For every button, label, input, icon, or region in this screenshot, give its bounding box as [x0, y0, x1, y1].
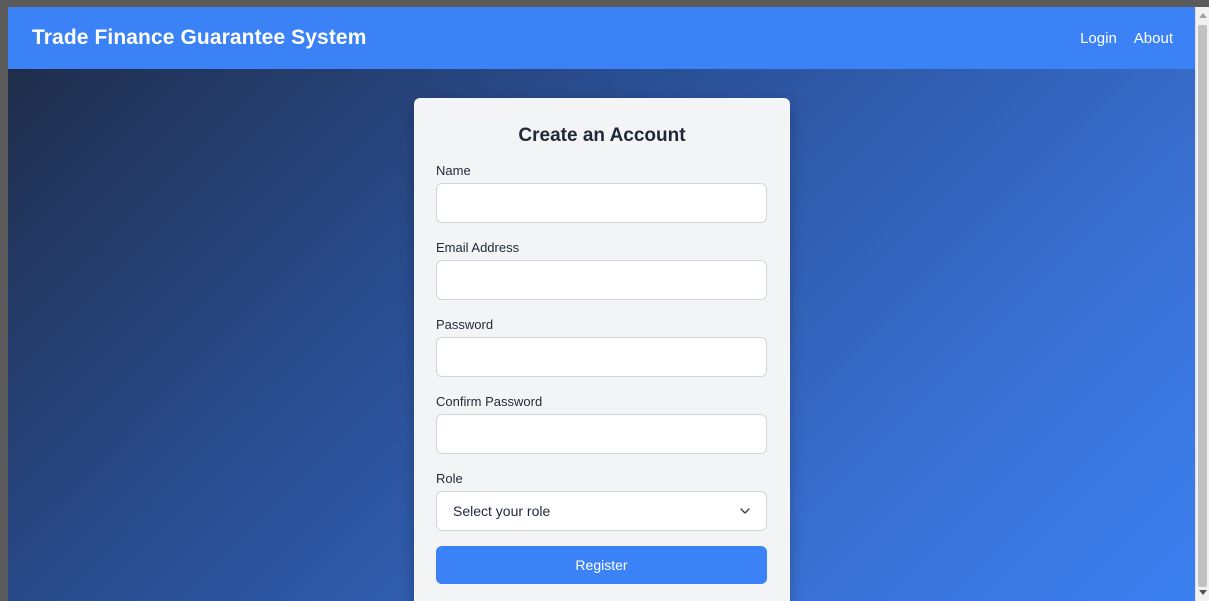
confirm-password-field-group: Confirm Password: [436, 393, 768, 454]
name-field-group: Name: [436, 162, 768, 223]
nav-about-link[interactable]: About: [1134, 30, 1173, 47]
top-navbar: Trade Finance Guarantee System Login Abo…: [8, 7, 1195, 69]
password-field-group: Password: [436, 316, 768, 377]
chevron-down-icon: [738, 504, 752, 518]
role-label: Role: [436, 471, 463, 486]
role-field-group: Role Select your role: [436, 470, 768, 531]
email-input[interactable]: [436, 260, 767, 300]
email-field-group: Email Address: [436, 239, 768, 300]
email-label: Email Address: [436, 240, 520, 255]
confirm-password-input[interactable]: [436, 414, 767, 454]
scrollbar-thumb[interactable]: [1198, 25, 1207, 587]
confirm-password-label: Confirm Password: [436, 394, 543, 409]
nav-login-link[interactable]: Login: [1080, 30, 1117, 47]
page-scrollbar[interactable]: [1195, 7, 1209, 601]
role-select[interactable]: Select your role: [436, 491, 767, 531]
nav-links: Login About: [1080, 30, 1173, 47]
password-input[interactable]: [436, 337, 767, 377]
register-button[interactable]: Register: [436, 546, 767, 584]
scroll-down-arrow-icon[interactable]: [1199, 590, 1207, 595]
register-card: Create an Account Name Email Address Pas…: [414, 98, 790, 601]
form-title: Create an Account: [518, 125, 686, 146]
page-viewport: Trade Finance Guarantee System Login Abo…: [8, 7, 1195, 601]
site-brand[interactable]: Trade Finance Guarantee System: [32, 26, 366, 50]
scroll-up-arrow-icon[interactable]: [1199, 13, 1207, 18]
password-label: Password: [436, 317, 494, 332]
name-label: Name: [436, 163, 471, 178]
name-input[interactable]: [436, 183, 767, 223]
role-select-value: Select your role: [453, 503, 551, 519]
